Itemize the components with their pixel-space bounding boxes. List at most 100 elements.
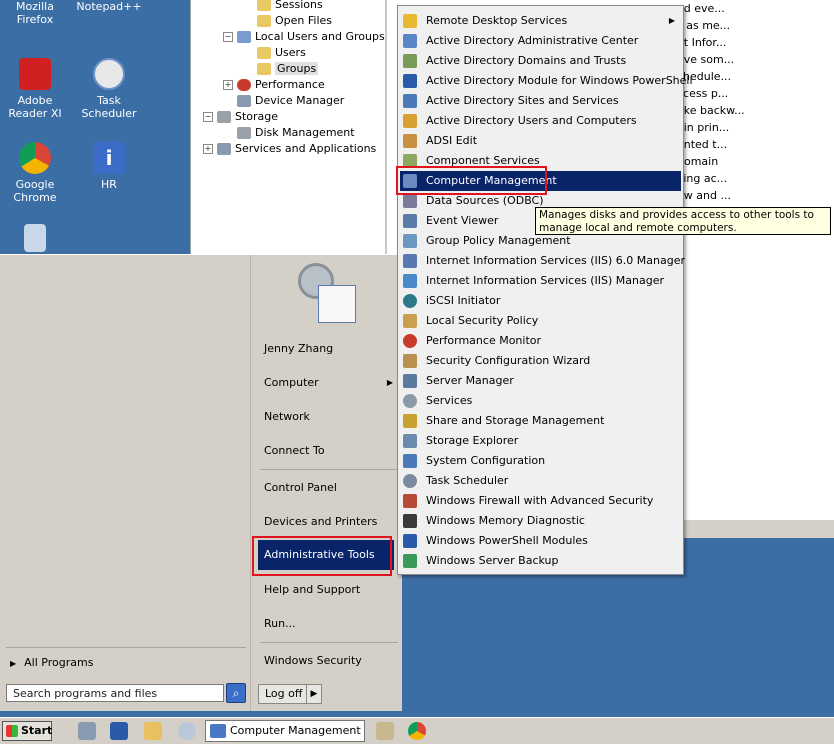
performance-monitor-icon [403, 334, 417, 348]
menu-item-ad-domains-trusts[interactable]: Active Directory Domains and Trusts [400, 51, 681, 71]
tree-item-performance[interactable]: + Performance [223, 77, 325, 93]
expand-icon[interactable]: + [203, 144, 213, 154]
menu-item-label: Share and Storage Management [426, 414, 605, 427]
menu-item-share-storage[interactable]: Share and Storage Management [400, 411, 681, 431]
menu-item-ad-admin-center[interactable]: Active Directory Administrative Center [400, 31, 681, 51]
menu-item-memory-diagnostic[interactable]: Windows Memory Diagnostic [400, 511, 681, 531]
taskbar-item-computer-management[interactable]: Computer Management [205, 720, 365, 742]
desktop-icon-hr[interactable]: i HR [74, 142, 144, 191]
chevron-right-icon[interactable]: ▶ [306, 685, 321, 703]
explorer-folder-icon[interactable] [144, 722, 162, 740]
tree-item-services-applications[interactable]: + Services and Applications [203, 141, 376, 157]
services-icon [403, 394, 417, 408]
menu-item-iis6-manager[interactable]: Internet Information Services (IIS) 6.0 … [400, 251, 685, 271]
all-programs-button[interactable]: ▶ All Programs [10, 655, 93, 671]
description-cell: ad eve... [677, 2, 725, 15]
collapse-icon[interactable]: − [203, 112, 213, 122]
tree-item-users[interactable]: Users [257, 45, 306, 61]
menu-item-iis-manager[interactable]: Internet Information Services (IIS) Mana… [400, 271, 681, 291]
connect-to-item[interactable]: Connect To [264, 436, 389, 466]
iscsi-icon [403, 294, 417, 308]
divider [6, 647, 246, 648]
menu-item-server-backup[interactable]: Windows Server Backup [400, 551, 681, 571]
desktop-icon-label: Task Scheduler [81, 94, 137, 120]
search-input[interactable]: Search programs and files [6, 684, 224, 702]
run-item[interactable]: Run... [264, 609, 389, 639]
tree-item-label: Services and Applications [235, 142, 377, 155]
menu-item-local-security-policy[interactable]: Local Security Policy [400, 311, 681, 331]
menu-item-label: Services [426, 394, 473, 407]
server-manager-icon[interactable] [78, 722, 96, 740]
desktop-icon-chrome[interactable]: Google Chrome [0, 142, 70, 204]
desktop-icon-label: Adobe Reader XI [8, 94, 62, 120]
menu-item-security-config-wizard[interactable]: Security Configuration Wizard [400, 351, 681, 371]
start-label: Start [21, 724, 53, 737]
menu-item-label: iSCSI Initiator [426, 294, 501, 307]
windows-logo-icon [6, 725, 18, 737]
storage-explorer-icon [403, 434, 417, 448]
user-name[interactable]: Jenny Zhang [264, 334, 389, 364]
menu-item-task-scheduler[interactable]: Task Scheduler [400, 471, 681, 491]
ad-sites-icon [403, 94, 417, 108]
tree-item-label: Users [275, 46, 306, 59]
desktop-icon-firefox[interactable]: Mozilla Firefox [0, 0, 70, 26]
control-panel-item[interactable]: Control Panel [264, 473, 389, 503]
tree-item-groups[interactable]: Groups [257, 61, 319, 77]
tree-item-local-users-groups[interactable]: − Local Users and Groups [223, 29, 385, 45]
menu-item-storage-explorer[interactable]: Storage Explorer [400, 431, 681, 451]
menu-item-server-manager[interactable]: Server Manager [400, 371, 681, 391]
menu-item-remote-desktop-services[interactable]: Remote Desktop Services ▶ [400, 11, 681, 31]
menu-item-iscsi-initiator[interactable]: iSCSI Initiator [400, 291, 681, 311]
collapse-icon[interactable]: − [223, 32, 233, 42]
menu-item-label: ADSI Edit [426, 134, 478, 147]
desktop-icon-label: Notepad++ [76, 0, 142, 13]
menu-item-performance-monitor[interactable]: Performance Monitor [400, 331, 681, 351]
desktop-icon-task-scheduler[interactable]: Task Scheduler [74, 58, 144, 120]
devices-printers-item[interactable]: Devices and Printers [264, 507, 389, 537]
all-programs-label: All Programs [24, 656, 94, 669]
description-cell: king ac... [677, 172, 728, 185]
windows-security-item[interactable]: Windows Security [264, 646, 389, 676]
help-support-item[interactable]: Help and Support [264, 575, 389, 605]
tree-item-label: Performance [255, 78, 325, 91]
expand-icon[interactable]: + [223, 80, 233, 90]
menu-item-label: Active Directory Administrative Center [426, 34, 639, 47]
tree-item-device-manager[interactable]: Device Manager [237, 93, 344, 109]
menu-item-ad-sites-services[interactable]: Active Directory Sites and Services [400, 91, 681, 111]
tree-item-disk-management[interactable]: Disk Management [237, 125, 355, 141]
menu-item-system-configuration[interactable]: System Configuration [400, 451, 681, 471]
start-button[interactable]: Start [2, 721, 52, 741]
description-cell: ake backw... [677, 104, 745, 117]
computer-management-icon [210, 724, 226, 738]
menu-item-ad-users-computers[interactable]: Active Directory Users and Computers [400, 111, 681, 131]
menu-item-powershell-modules[interactable]: Windows PowerShell Modules [400, 531, 681, 551]
tree-item-label: Local Users and Groups [255, 30, 385, 43]
menu-item-adsi-edit[interactable]: ADSI Edit [400, 131, 681, 151]
storage-icon [217, 111, 231, 123]
desktop-icon-recycle-bin[interactable] [0, 224, 70, 256]
tree-item-storage[interactable]: − Storage [203, 109, 278, 125]
chrome-icon[interactable] [408, 722, 426, 740]
computer-item[interactable]: Computer ▶ [264, 368, 393, 398]
powershell-icon[interactable] [110, 722, 128, 740]
triangle-right-icon: ▶ [10, 659, 17, 668]
admin-tools-large-icon [296, 261, 358, 323]
desktop-icon-adobe-reader[interactable]: Adobe Reader XI [0, 58, 70, 120]
desktop-icon-notepad[interactable]: Notepad++ [74, 0, 144, 13]
menu-item-windows-firewall[interactable]: Windows Firewall with Advanced Security [400, 491, 681, 511]
logoff-button[interactable]: Log off ▶ [258, 684, 322, 704]
menu-item-services[interactable]: Services [400, 391, 681, 411]
description-cell: chedule... [677, 70, 732, 83]
network-item[interactable]: Network [264, 402, 389, 432]
menu-item-label: Windows Memory Diagnostic [426, 514, 585, 527]
menu-item-ad-powershell[interactable]: Active Directory Module for Windows Powe… [400, 71, 693, 91]
search-icon[interactable]: ⌕ [226, 683, 246, 703]
search-tool-icon[interactable] [178, 722, 196, 740]
menu-item-label: Windows Firewall with Advanced Security [426, 494, 654, 507]
tree-item-open-files[interactable]: Open Files [257, 13, 332, 29]
ad-users-icon [403, 114, 417, 128]
tree-item-sessions[interactable]: Sessions [257, 0, 323, 13]
notepad-icon[interactable] [376, 722, 394, 740]
menu-item-label: Windows Server Backup [426, 554, 559, 567]
folder-icon [403, 14, 417, 28]
